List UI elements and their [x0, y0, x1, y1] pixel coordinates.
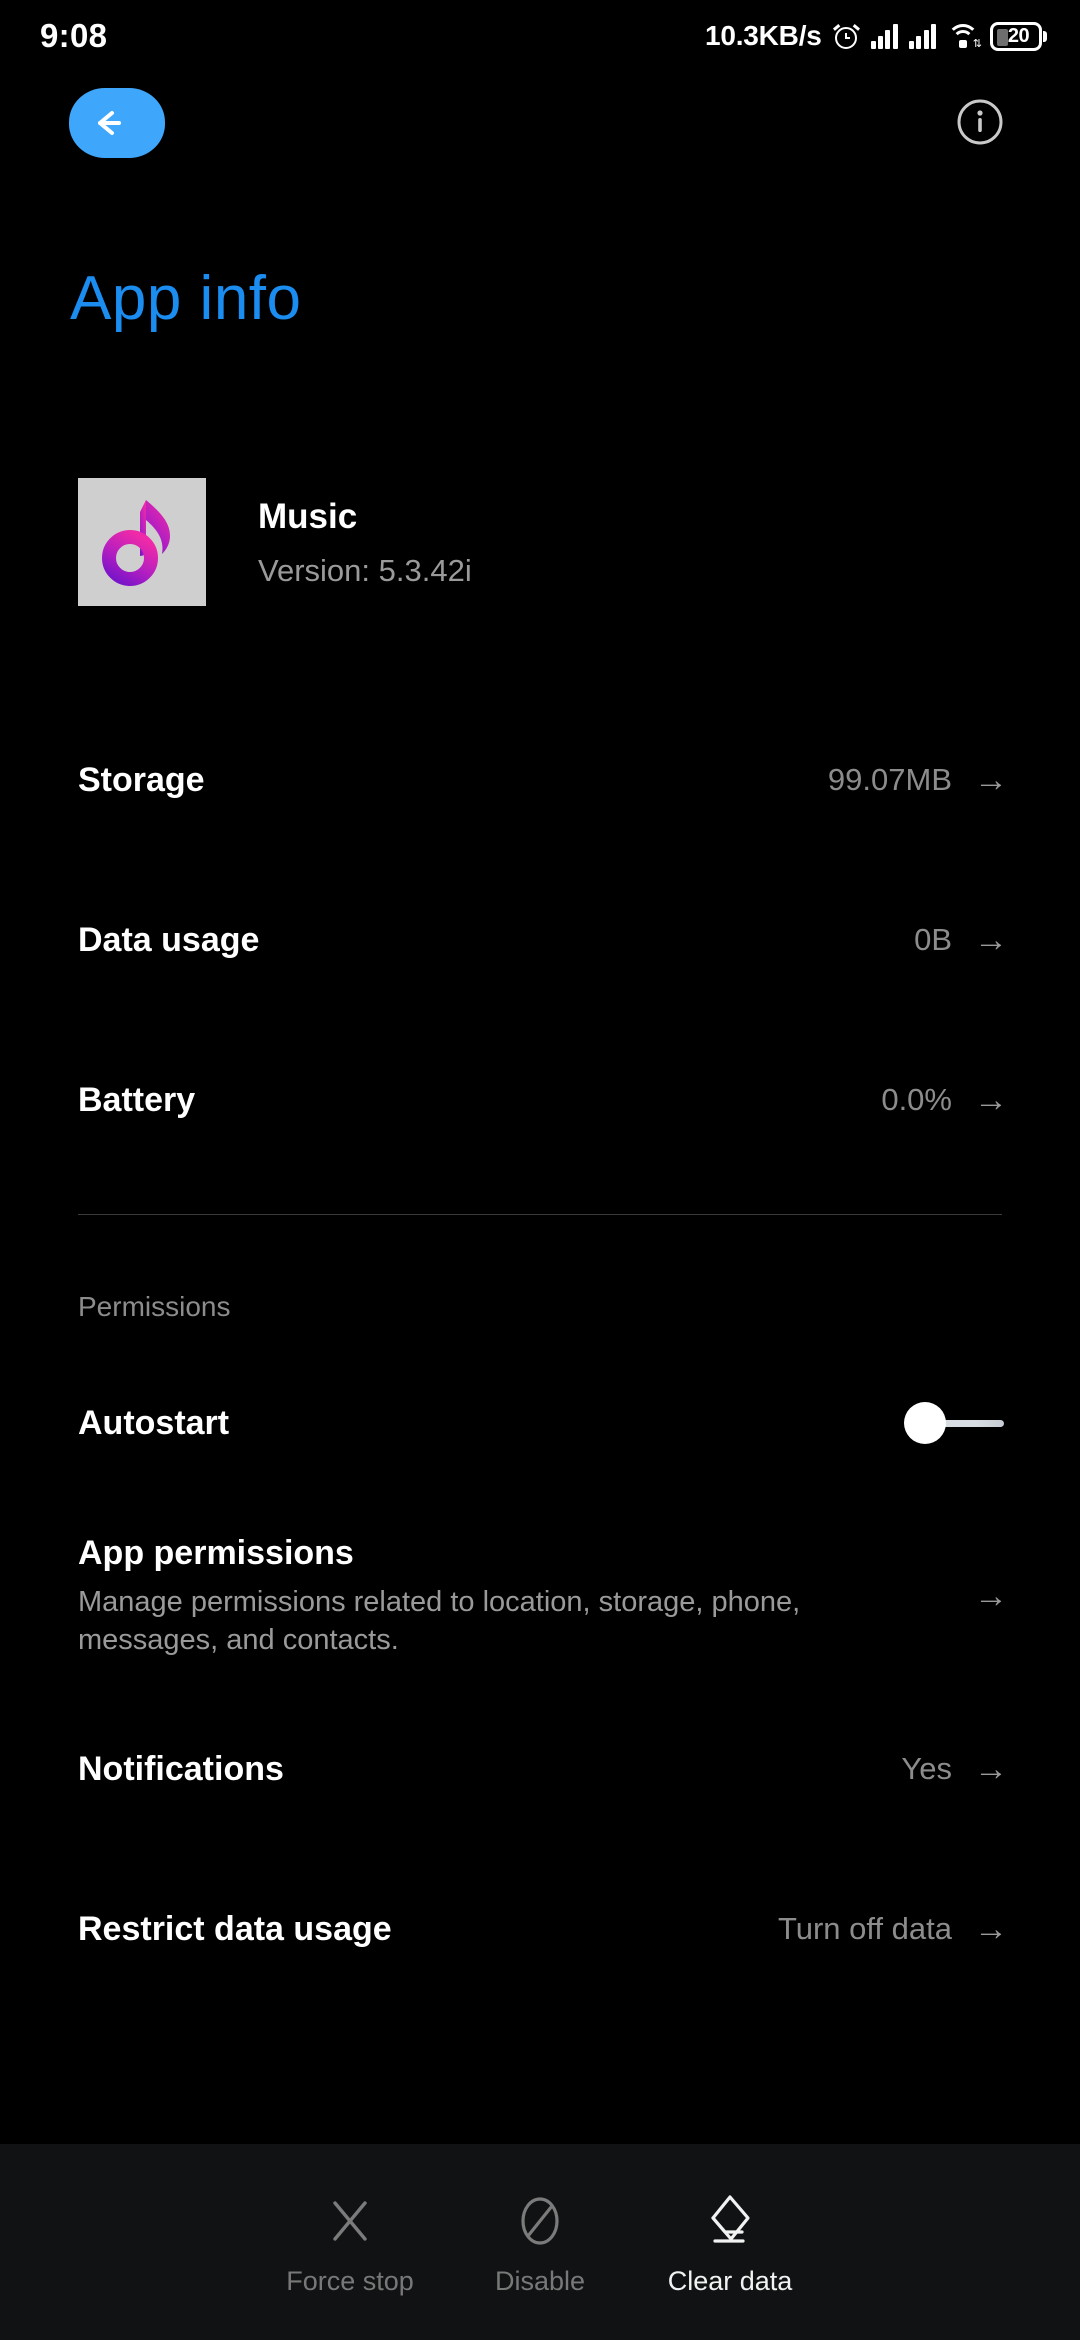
- row-restrict-data-usage-right: Turn off data →: [778, 1911, 1008, 1947]
- chevron-right-icon: →: [974, 1081, 1008, 1119]
- settings-list: Storage 99.07MB → Data usage 0B → Batter…: [0, 700, 1080, 2009]
- clear-data-button[interactable]: Clear data: [635, 2190, 825, 2295]
- row-restrict-data-usage-value: Turn off data: [777, 1911, 952, 1946]
- row-restrict-data-usage-title: Restrict data usage: [78, 1909, 392, 1948]
- row-battery-right: 0.0% →: [881, 1082, 1008, 1118]
- row-notifications-title: Notifications: [78, 1749, 284, 1788]
- back-button[interactable]: [69, 88, 165, 158]
- row-restrict-data-usage[interactable]: Restrict data usage Turn off data →: [0, 1849, 1080, 2009]
- chevron-right-icon: →: [974, 761, 1008, 799]
- row-notifications-right: Yes →: [901, 1751, 1008, 1787]
- chevron-right-icon: →: [974, 1750, 1008, 1788]
- block-circle-icon: [514, 2190, 566, 2252]
- chevron-right-icon: →: [974, 921, 1008, 959]
- row-autostart-left: Autostart: [78, 1403, 229, 1444]
- row-autostart-right: [904, 1401, 1008, 1445]
- info-circle-icon: [955, 97, 1005, 152]
- status-bar-icons: 10.3KB/s ⇅ 20: [704, 20, 1047, 52]
- disable-button[interactable]: Disable: [445, 2190, 635, 2295]
- battery-level-text: 20: [1007, 24, 1030, 47]
- close-x-icon: [324, 2190, 376, 2252]
- row-data-usage-right: 0B →: [914, 922, 1008, 958]
- force-stop-label: Force stop: [286, 2265, 414, 2296]
- row-battery-left: Battery: [78, 1080, 195, 1121]
- cellular-signal-icon-1: [870, 23, 898, 49]
- row-app-permissions-left: App permissions Manage permissions relat…: [78, 1533, 898, 1659]
- row-notifications-left: Notifications: [78, 1749, 284, 1790]
- autostart-toggle[interactable]: [904, 1401, 1008, 1445]
- row-storage-title: Storage: [78, 760, 205, 799]
- top-bar: [0, 88, 1080, 174]
- row-data-usage[interactable]: Data usage 0B →: [0, 860, 1080, 1020]
- page-title: App info: [70, 264, 302, 333]
- row-app-permissions-right: →: [974, 1579, 1008, 1613]
- alarm-clock-icon: [832, 23, 860, 50]
- info-button[interactable]: [952, 96, 1008, 152]
- force-stop-button[interactable]: Force stop: [255, 2190, 445, 2295]
- battery-icon: 20: [990, 21, 1047, 51]
- app-name: Music: [258, 496, 358, 536]
- status-bar-clock: 9:08: [40, 17, 108, 54]
- eraser-icon: [701, 2190, 759, 2252]
- row-battery[interactable]: Battery 0.0% →: [0, 1020, 1080, 1180]
- chevron-right-icon: →: [974, 1910, 1008, 1948]
- row-storage-left: Storage: [78, 760, 205, 801]
- cellular-signal-icon-2: [908, 23, 936, 49]
- row-notifications[interactable]: Notifications Yes →: [0, 1689, 1080, 1849]
- row-storage-right: 99.07MB →: [828, 762, 1008, 798]
- bottom-action-bar: Force stop Disable Clear data: [0, 2144, 1080, 2340]
- row-app-permissions[interactable]: App permissions Manage permissions relat…: [0, 1503, 1080, 1689]
- row-battery-title: Battery: [78, 1080, 196, 1119]
- row-storage-value: 99.07MB: [827, 762, 952, 797]
- autostart-toggle-thumb: [904, 1402, 946, 1444]
- row-data-usage-value: 0B: [914, 922, 952, 957]
- app-info-screen: 9:08 10.3KB/s ⇅ 20 App info Music Versio…: [0, 0, 1080, 2340]
- network-speed-text: 10.3KB/s: [704, 20, 822, 51]
- chevron-right-icon: →: [974, 1577, 1008, 1615]
- back-arrow-icon: [95, 107, 139, 139]
- app-meta: Music Version: 5.3.42i: [258, 495, 472, 590]
- row-storage[interactable]: Storage 99.07MB →: [0, 700, 1080, 860]
- row-app-permissions-title: App permissions: [78, 1533, 354, 1572]
- row-data-usage-left: Data usage: [78, 920, 259, 961]
- app-version: Version: 5.3.42i: [258, 553, 472, 589]
- row-autostart[interactable]: Autostart: [0, 1343, 1080, 1503]
- clear-data-label: Clear data: [667, 2265, 793, 2296]
- row-data-usage-title: Data usage: [78, 920, 260, 959]
- autostart-toggle-track: [940, 1420, 1004, 1427]
- wifi-icon: ⇅: [947, 23, 982, 50]
- status-bar: 9:08 10.3KB/s ⇅ 20: [0, 0, 1080, 72]
- row-battery-value: 0.0%: [881, 1082, 952, 1117]
- row-autostart-title: Autostart: [78, 1403, 230, 1442]
- app-header: Music Version: 5.3.42i: [78, 478, 472, 606]
- disable-label: Disable: [494, 2265, 586, 2296]
- row-app-permissions-subtitle: Manage permissions related to location, …: [78, 1585, 801, 1656]
- permissions-section-label: Permissions: [78, 1291, 231, 1322]
- row-notifications-value: Yes: [901, 1751, 952, 1786]
- app-icon: [78, 478, 206, 606]
- row-restrict-data-usage-left: Restrict data usage: [78, 1909, 392, 1950]
- music-note-icon: [94, 492, 190, 593]
